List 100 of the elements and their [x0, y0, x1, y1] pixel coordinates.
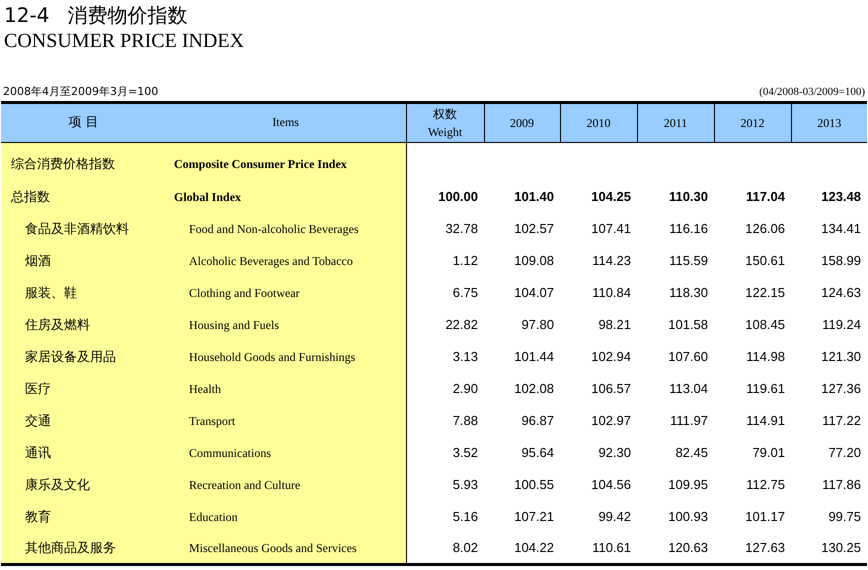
- value-cell: 100.00: [438, 188, 478, 204]
- value-cell: 120.63: [668, 540, 708, 555]
- item-name: 教育: [25, 510, 51, 524]
- value-cell: 106.57: [591, 380, 631, 396]
- value-cell: 101.44: [514, 348, 554, 364]
- value-cell: 134.41: [821, 220, 861, 236]
- value-cell: 114.98: [746, 348, 785, 364]
- value-cell: 158.99: [821, 252, 861, 268]
- value-cell: 101.17: [745, 508, 785, 524]
- value-cell: 95.64: [521, 444, 554, 460]
- value-cell: 82.45: [675, 444, 708, 460]
- item-name: Clothing and Footwear: [189, 286, 300, 300]
- value-cell: 127.63: [745, 540, 785, 555]
- item-name: 服装、鞋: [25, 286, 77, 300]
- item-name: Alcoholic Beverages and Tobacco: [189, 254, 353, 268]
- item-name: Miscellaneous Goods and Services: [189, 540, 357, 555]
- item-name: Housing and Fuels: [189, 318, 279, 332]
- value-cell: 102.97: [591, 412, 631, 428]
- value-cell: 3.52: [452, 444, 478, 460]
- value-cell: 109.08: [514, 252, 554, 268]
- value-cell: 118.30: [669, 284, 708, 300]
- value-cell: 99.42: [598, 508, 631, 524]
- item-name: 交通: [25, 414, 51, 428]
- value-cell: 110.30: [668, 188, 708, 204]
- column-header: 2013: [791, 102, 867, 142]
- value-cell: 96.87: [521, 412, 554, 428]
- value-cell: 101.58: [668, 316, 708, 332]
- value-cell: 92.30: [598, 444, 631, 460]
- item-name: 其他商品及服务: [25, 540, 116, 556]
- value-cell: 123.48: [821, 188, 861, 204]
- value-cell: 1.12: [452, 252, 478, 268]
- value-cell: 108.45: [745, 316, 785, 332]
- column-header: Items: [271, 114, 300, 132]
- value-cell: 109.95: [668, 476, 708, 492]
- value-cell: 117.86: [822, 476, 861, 492]
- value-cell: 77.20: [828, 444, 861, 460]
- value-cell: 8.02: [452, 540, 478, 555]
- value-cell: 97.80: [521, 316, 554, 332]
- value-cell: 104.56: [591, 476, 631, 492]
- column-header: 2009: [484, 102, 560, 142]
- value-cell: 98.21: [598, 316, 631, 332]
- item-name: 通讯: [25, 446, 51, 460]
- item-name: 烟酒: [25, 254, 51, 268]
- item-name: 住房及燃料: [25, 318, 90, 332]
- item-name: 总指数: [11, 190, 50, 204]
- value-cell: 100.93: [668, 508, 708, 524]
- value-cell: 107.21: [514, 508, 554, 524]
- base-note: (04/2008-03/2009=100): [759, 86, 865, 98]
- item-name: Education: [189, 510, 238, 524]
- value-cell: 113.04: [669, 380, 708, 396]
- value-cell: 126.06: [745, 220, 785, 236]
- item-name: Communications: [189, 446, 271, 460]
- item-name: Global Index: [174, 190, 242, 204]
- value-cell: 119.24: [822, 316, 861, 332]
- column-header: 2010: [560, 102, 637, 142]
- value-cell: 104.07: [514, 284, 554, 300]
- value-cell: 116.16: [669, 220, 708, 236]
- value-cell: 150.61: [745, 252, 785, 268]
- item-name: 家居设备及用品: [25, 350, 116, 364]
- item-name: Composite Consumer Price Index: [174, 156, 347, 171]
- table-number: 12-4: [4, 2, 50, 28]
- value-cell: 101.40: [514, 188, 554, 204]
- column-header: 2012: [714, 102, 791, 142]
- base-note: 2008年4月至2009年3月=100: [3, 86, 158, 98]
- value-cell: 110.61: [592, 540, 631, 555]
- item-name: Food and Non-alcoholic Beverages: [189, 222, 359, 236]
- value-cell: 114.91: [746, 412, 785, 428]
- item-name: Health: [189, 382, 221, 396]
- value-cell: 130.25: [821, 540, 861, 555]
- value-cell: 7.88: [452, 412, 478, 428]
- value-cell: 111.97: [670, 412, 708, 428]
- value-cell: 100.55: [514, 476, 554, 492]
- column-header: 2011: [637, 102, 714, 142]
- value-cell: 102.94: [591, 348, 631, 364]
- value-cell: 3.13: [452, 348, 478, 364]
- value-cell: 117.04: [746, 188, 785, 204]
- value-cell: 115.59: [669, 252, 708, 268]
- value-cell: 2.90: [452, 380, 478, 396]
- item-name: 医疗: [25, 382, 51, 396]
- value-cell: 121.30: [821, 348, 861, 364]
- value-cell: 5.16: [452, 508, 478, 524]
- value-cell: 32.78: [445, 220, 478, 236]
- item-name: 综合消费价格指数: [11, 156, 115, 172]
- value-cell: 107.60: [668, 348, 708, 364]
- value-cell: 127.36: [821, 380, 861, 396]
- item-name: Transport: [189, 414, 236, 428]
- value-cell: 5.93: [452, 476, 478, 492]
- item-name: Recreation and Culture: [189, 478, 300, 492]
- column-header: 权数 Weight: [406, 102, 484, 142]
- value-cell: 117.22: [822, 412, 861, 428]
- value-cell: 110.84: [592, 284, 631, 300]
- value-cell: 112.75: [746, 476, 785, 492]
- column-header: 项 目: [67, 114, 100, 132]
- value-cell: 104.22: [514, 540, 554, 555]
- table-subtitle: CONSUMER PRICE INDEX: [4, 29, 244, 54]
- value-cell: 79.01: [752, 444, 785, 460]
- value-cell: 124.63: [821, 284, 861, 300]
- item-name: 康乐及文化: [25, 478, 90, 492]
- value-cell: 114.23: [592, 252, 631, 268]
- value-cell: 119.61: [746, 380, 785, 396]
